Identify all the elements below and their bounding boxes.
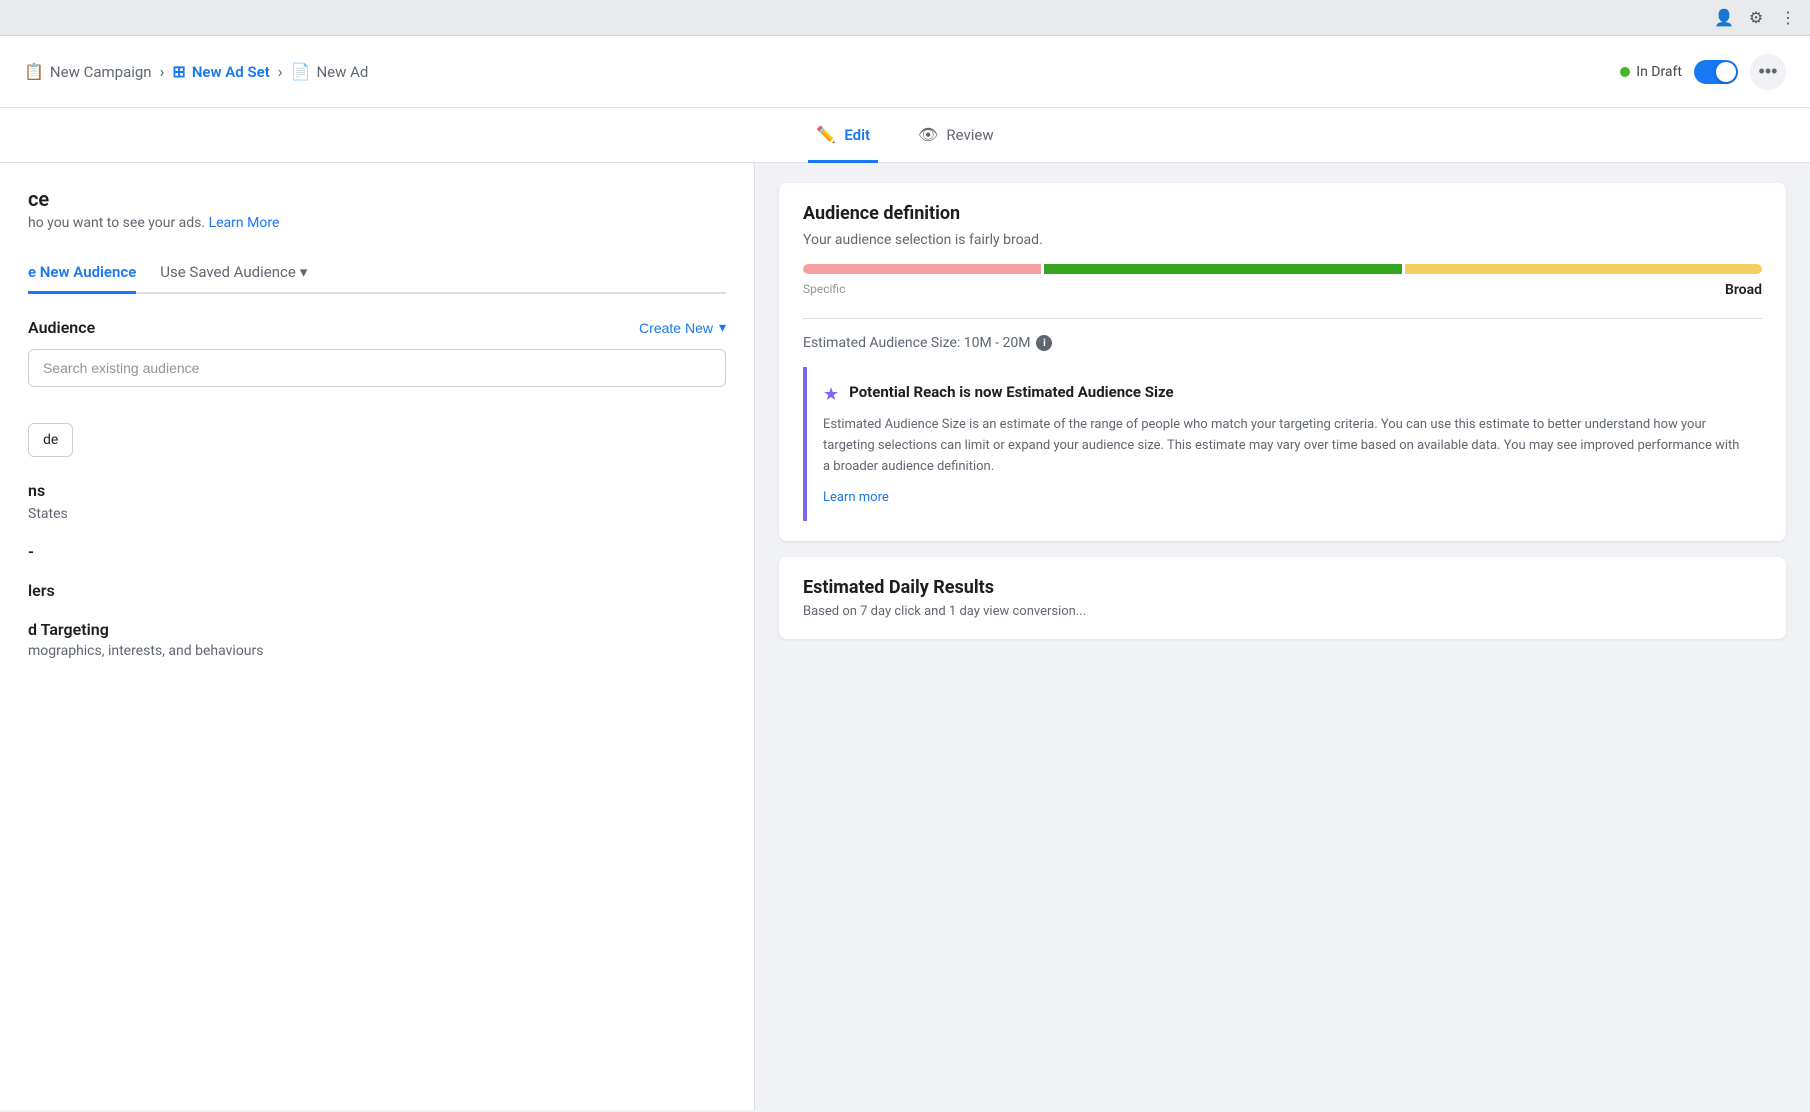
demographic-label: - [28,542,726,561]
browser-bar: 👤 ⚙ ⋮ [0,0,1810,36]
section-subtitle-text: ho you want to see your ads. [28,215,205,231]
reach-notice-title: Potential Reach is now Estimated Audienc… [849,383,1173,401]
breadcrumb-sep-1: › [160,62,165,81]
reach-notice-body: Estimated Audience Size is an estimate o… [823,415,1746,477]
reach-notice-header: ★ Potential Reach is now Estimated Audie… [823,383,1746,405]
create-new-audience-tab[interactable]: e New Audience [28,253,136,294]
breadcrumb-new-ad-set[interactable]: ⊞ New Ad Set [172,62,269,81]
breadcrumb-sep-2: › [278,62,283,81]
breadcrumb-ad-set-label: New Ad Set [192,63,270,81]
ad-set-icon: ⊞ [172,62,185,81]
in-draft-label: In Draft [1636,64,1682,80]
audience-section-header: Audience Create New ▾ [28,318,726,337]
breadcrumb-campaign-label: New Campaign [50,63,152,81]
estimated-audience-size: Estimated Audience Size: 10M - 20M i [803,335,1762,351]
audience-definition-card: Audience definition Your audience select… [779,183,1786,541]
section-title: ce [28,187,726,211]
guide-button-label: de [43,432,58,448]
tab-edit-label: Edit [844,126,870,144]
audience-section-title: Audience [28,318,95,337]
draft-toggle[interactable] [1694,60,1738,84]
audience-meter: Specific Broad [803,264,1762,298]
demographic-item: - [28,542,726,561]
settings-browser-icon[interactable]: ⚙ [1746,8,1766,28]
main-content: ce ho you want to see your ads. Learn Mo… [0,163,1810,1110]
locations-title: ns [28,481,726,500]
right-panel: Audience definition Your audience select… [755,163,1810,1110]
search-input-container [28,349,726,387]
card-divider [803,318,1762,319]
location-detail: States [28,506,726,522]
in-draft-dot [1620,67,1630,77]
edr-subtitle: Based on 7 day click and 1 day view conv… [803,604,1762,619]
tabs-bar: ✏️ Edit 👁 Review [0,108,1810,163]
tab-review-label: Review [946,126,993,144]
breadcrumb-new-campaign[interactable]: 📋 New Campaign [24,62,152,81]
user-browser-icon[interactable]: 👤 [1714,8,1734,28]
breadcrumb: 📋 New Campaign › ⊞ New Ad Set › 📄 New Ad [24,62,1620,81]
meter-broad-segment [1405,264,1762,274]
edr-title: Estimated Daily Results [803,577,1762,598]
search-audience-input[interactable] [28,349,726,387]
learn-more-link[interactable]: Learn More [209,215,280,231]
header-right: In Draft ••• [1620,54,1786,90]
ad-icon: 📄 [291,62,311,81]
additional-label: lers [28,581,726,600]
more-options-button[interactable]: ••• [1750,54,1786,90]
audience-definition-title: Audience definition [803,203,1762,224]
dt-subtitle: mographics, interests, and behaviours [28,643,726,659]
info-icon[interactable]: i [1036,335,1052,351]
use-saved-audience-wrapper: Use Saved Audience ▾ [160,263,307,281]
tab-review[interactable]: 👁 Review [910,109,1002,163]
locations-section: ns States [28,481,726,522]
dt-title: d Targeting [28,620,726,639]
in-draft-badge: In Draft [1620,64,1682,80]
breadcrumb-ad-label: New Ad [316,63,368,81]
specific-label: Specific [803,282,845,298]
create-new-audience-label: e New Audience [28,263,136,281]
additional-label-text: lers [28,581,726,600]
more-browser-icon[interactable]: ⋮ [1778,8,1798,28]
reach-notice-learn-more[interactable]: Learn more [823,490,889,505]
guide-button[interactable]: de [28,423,73,457]
broad-label: Broad [1725,282,1762,298]
review-tab-icon: 👁 [918,125,938,144]
use-saved-audience-tab[interactable]: Use Saved Audience ▾ [160,253,307,294]
create-new-label: Create New [639,320,713,336]
use-saved-audience-label: Use Saved Audience [160,263,296,281]
detailed-targeting-section: d Targeting mographics, interests, and b… [28,620,726,659]
estimated-daily-results-card: Estimated Daily Results Based on 7 day c… [779,557,1786,639]
meter-bar [803,264,1762,274]
meter-middle-segment [1044,264,1401,274]
reach-notice: ★ Potential Reach is now Estimated Audie… [803,367,1762,521]
campaign-icon: 📋 [24,62,44,81]
meter-specific-segment [803,264,1041,274]
estimated-size-label: Estimated Audience Size: 10M - 20M [803,335,1030,351]
breadcrumb-new-ad[interactable]: 📄 New Ad [291,62,369,81]
meter-labels: Specific Broad [803,282,1762,298]
dropdown-arrow-icon: ▾ [300,263,308,281]
audience-section: Audience Create New ▾ [28,318,726,387]
create-new-arrow-icon: ▾ [719,319,726,336]
create-new-button[interactable]: Create New ▾ [639,319,726,336]
audience-definition-subtitle: Your audience selection is fairly broad. [803,232,1762,248]
tab-edit[interactable]: ✏️ Edit [808,109,878,163]
edit-tab-icon: ✏️ [816,125,836,144]
section-subtitle: ho you want to see your ads. Learn More [28,215,726,231]
star-icon: ★ [823,384,839,405]
audience-tabs: e New Audience Use Saved Audience ▾ [28,251,726,294]
header-bar: 📋 New Campaign › ⊞ New Ad Set › 📄 New Ad… [0,36,1810,108]
left-panel: ce ho you want to see your ads. Learn Mo… [0,163,755,1110]
